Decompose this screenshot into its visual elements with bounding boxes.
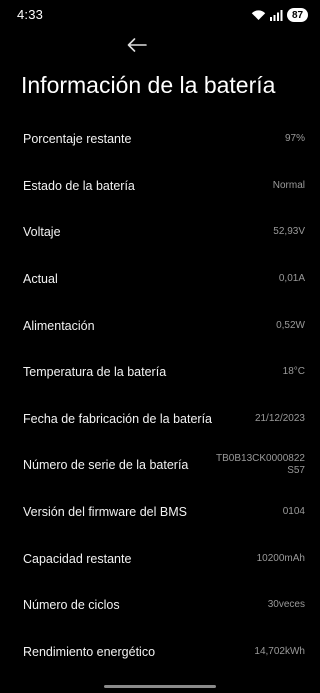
row-value: 18°C xyxy=(282,366,305,378)
row-value: Normal xyxy=(272,179,305,191)
row-value: 52,93V xyxy=(273,226,305,238)
home-indicator[interactable] xyxy=(104,685,216,688)
status-icons: 87 xyxy=(251,7,308,23)
row-label: Número de serie de la batería xyxy=(23,458,189,473)
battery-info-list: Porcentaje restante 97% Estado de la bat… xyxy=(0,116,320,675)
row-capacidad-restante: Capacidad restante 10200mAh xyxy=(0,535,320,582)
row-temperatura-bateria: Temperatura de la batería 18°C xyxy=(0,349,320,396)
row-value: 30veces xyxy=(267,599,305,611)
row-version-firmware-bms: Versión del firmware del BMS 0104 xyxy=(0,489,320,536)
row-label: Actual xyxy=(23,272,58,287)
row-label: Alimentación xyxy=(23,318,95,333)
row-label: Temperatura de la batería xyxy=(23,365,167,380)
row-value: 14,702kWh xyxy=(254,645,305,657)
row-value: 10200mAh xyxy=(256,552,305,564)
wifi-icon xyxy=(251,9,266,21)
status-time: 4:33 xyxy=(17,7,44,22)
row-label: Porcentaje restante xyxy=(23,132,132,147)
row-label: Fecha de fabricación de la batería xyxy=(23,411,213,426)
row-value: 0,52W xyxy=(276,319,305,331)
cellular-signal-icon xyxy=(270,9,283,21)
row-voltaje: Voltaje 52,93V xyxy=(0,209,320,256)
row-value: 21/12/2023 xyxy=(254,412,305,424)
row-value: 0,01A xyxy=(278,273,305,285)
row-label: Versión del firmware del BMS xyxy=(23,505,187,520)
row-label: Estado de la batería xyxy=(23,178,135,193)
row-label: Capacidad restante xyxy=(23,551,132,566)
battery-icon: 87 xyxy=(287,8,308,22)
row-numero-ciclos: Número de ciclos 30veces xyxy=(0,582,320,629)
row-rendimiento-energetico: Rendimiento energético 14,702kWh xyxy=(0,629,320,676)
row-label: Número de ciclos xyxy=(23,598,120,613)
row-alimentacion: Alimentación 0,52W xyxy=(0,302,320,349)
row-label: Rendimiento energético xyxy=(23,644,156,659)
row-estado-bateria: Estado de la batería Normal xyxy=(0,163,320,210)
back-arrow-icon xyxy=(127,37,147,57)
row-fecha-fabricacion: Fecha de fabricación de la batería 21/12… xyxy=(0,396,320,443)
row-value: 0104 xyxy=(282,506,305,518)
row-value: TB0B13CK0000822S57 xyxy=(216,453,305,477)
row-value: 97% xyxy=(284,133,305,145)
page-title: Información de la batería xyxy=(21,72,276,98)
status-bar: 4:33 87 xyxy=(0,0,320,30)
row-actual: Actual 0,01A xyxy=(0,256,320,303)
row-porcentaje-restante: Porcentaje restante 97% xyxy=(0,116,320,163)
row-label: Voltaje xyxy=(23,225,61,240)
row-numero-serie: Número de serie de la batería TB0B13CK00… xyxy=(0,442,320,489)
back-button[interactable] xyxy=(124,36,150,58)
